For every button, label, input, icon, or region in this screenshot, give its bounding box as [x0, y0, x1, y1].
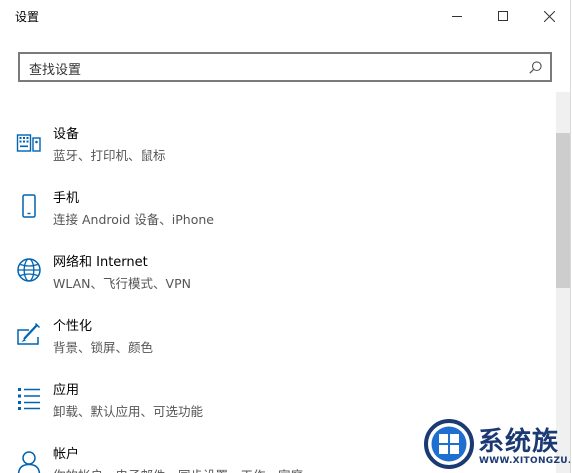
category-name: 设备 — [53, 127, 80, 142]
minimize-button[interactable] — [434, 0, 480, 32]
category-devices[interactable]: 设备 蓝牙、打印机、鼠标 — [0, 113, 556, 169]
category-description: 蓝牙、打印机、鼠标 — [53, 148, 166, 163]
category-personalization[interactable]: 个性化 背景、锁屏、颜色 — [0, 305, 556, 361]
category-name: 帐户 — [53, 447, 80, 462]
apps-list-icon — [18, 388, 40, 410]
category-description: WLAN、飞行模式、VPN — [53, 276, 191, 291]
category-description: 卸载、默认应用、可选功能 — [53, 404, 204, 419]
category-phone[interactable]: 手机 连接 Android 设备、iPhone — [0, 177, 556, 233]
watermark-brand: 系统族 — [478, 427, 560, 457]
window-title: 设置 — [15, 10, 40, 24]
scrollbar-thumb[interactable] — [556, 133, 570, 288]
keyboard-device-icon — [16, 134, 41, 152]
category-description: 背景、锁屏、颜色 — [53, 340, 154, 355]
search-icon[interactable] — [529, 61, 542, 74]
close-button[interactable] — [526, 0, 570, 32]
phone-icon — [22, 194, 36, 218]
category-name: 个性化 — [53, 319, 93, 334]
category-description: 连接 Android 设备、iPhone — [53, 212, 214, 227]
close-icon — [543, 10, 555, 22]
watermark-url: WWW.XITONGZU.COM — [479, 456, 570, 466]
category-name: 应用 — [53, 383, 80, 398]
minimize-icon — [452, 16, 462, 17]
category-network[interactable]: 网络和 Internet WLAN、飞行模式、VPN — [0, 241, 556, 297]
maximize-icon — [498, 11, 508, 21]
watermark: 系统族 WWW.XITONGZU.COM — [418, 416, 570, 473]
category-name: 网络和 Internet — [53, 255, 148, 270]
globe-icon — [17, 258, 41, 282]
maximize-button[interactable] — [480, 0, 526, 32]
search-placeholder: 查找设置 — [29, 63, 82, 78]
category-name: 手机 — [53, 191, 80, 206]
title-bar[interactable]: 设置 — [0, 0, 570, 32]
category-description: 你的帐户、电子邮件、同步设置、工作、家庭 — [53, 465, 303, 473]
search-input[interactable]: 查找设置 — [18, 52, 552, 82]
watermark-logo-icon — [424, 419, 474, 469]
person-icon — [17, 451, 41, 473]
settings-window: 设置 查找设置 设备 蓝牙、打印机、鼠标 手机 连接 Android 设备、iP… — [0, 0, 571, 473]
personalization-icon — [17, 323, 40, 345]
